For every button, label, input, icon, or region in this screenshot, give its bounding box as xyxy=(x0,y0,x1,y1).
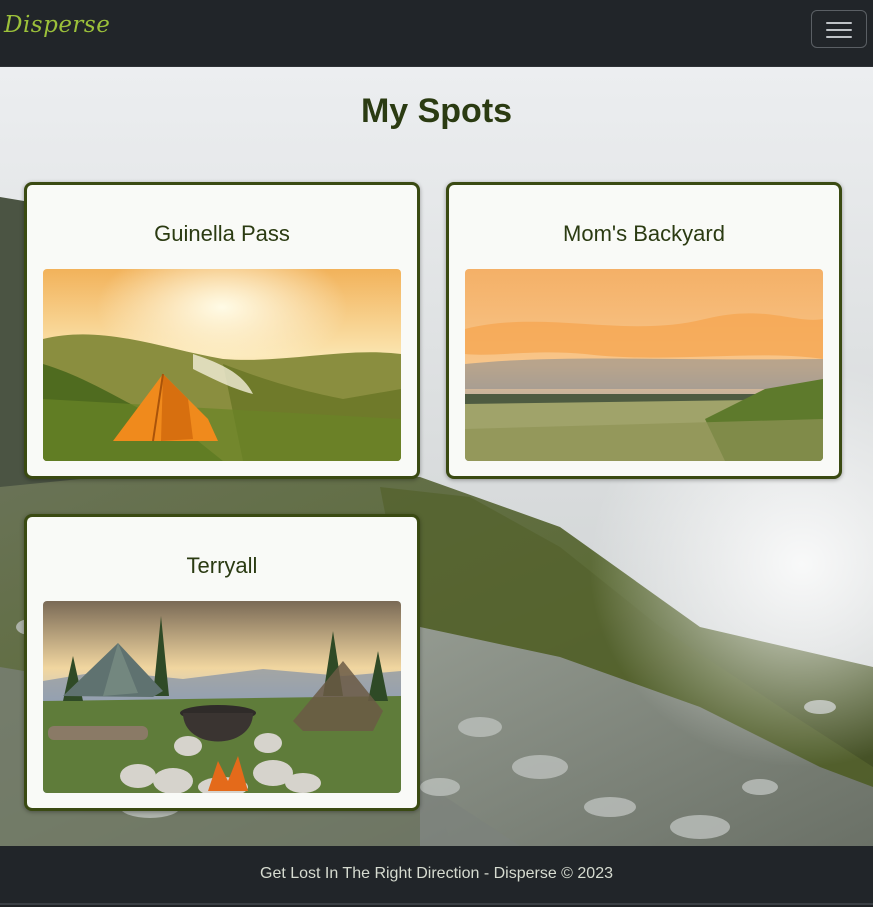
spot-card-title: Mom's Backyard xyxy=(563,221,725,246)
spot-photo xyxy=(43,269,401,461)
page-footer: Get Lost In The Right Direction - Disper… xyxy=(0,846,873,905)
spot-card-title: Terryall xyxy=(186,553,258,578)
spot-photo xyxy=(43,601,401,793)
brand-logo[interactable]: Disperse xyxy=(4,12,110,38)
spot-card-terryall[interactable]: Terryall xyxy=(24,514,420,811)
hamburger-menu-button[interactable] xyxy=(811,10,867,48)
top-navbar: Disperse xyxy=(0,0,873,67)
spot-card-moms-backyard[interactable]: Mom's Backyard xyxy=(446,182,842,479)
spot-card-guinella-pass[interactable]: Guinella Pass xyxy=(24,182,420,479)
page-title: My Spots xyxy=(360,92,513,130)
hamburger-menu-icon xyxy=(826,22,852,24)
spot-card-title: Guinella Pass xyxy=(154,221,290,246)
footer-text: Get Lost In The Right Direction - Disper… xyxy=(260,865,613,882)
spot-photo xyxy=(465,269,823,461)
